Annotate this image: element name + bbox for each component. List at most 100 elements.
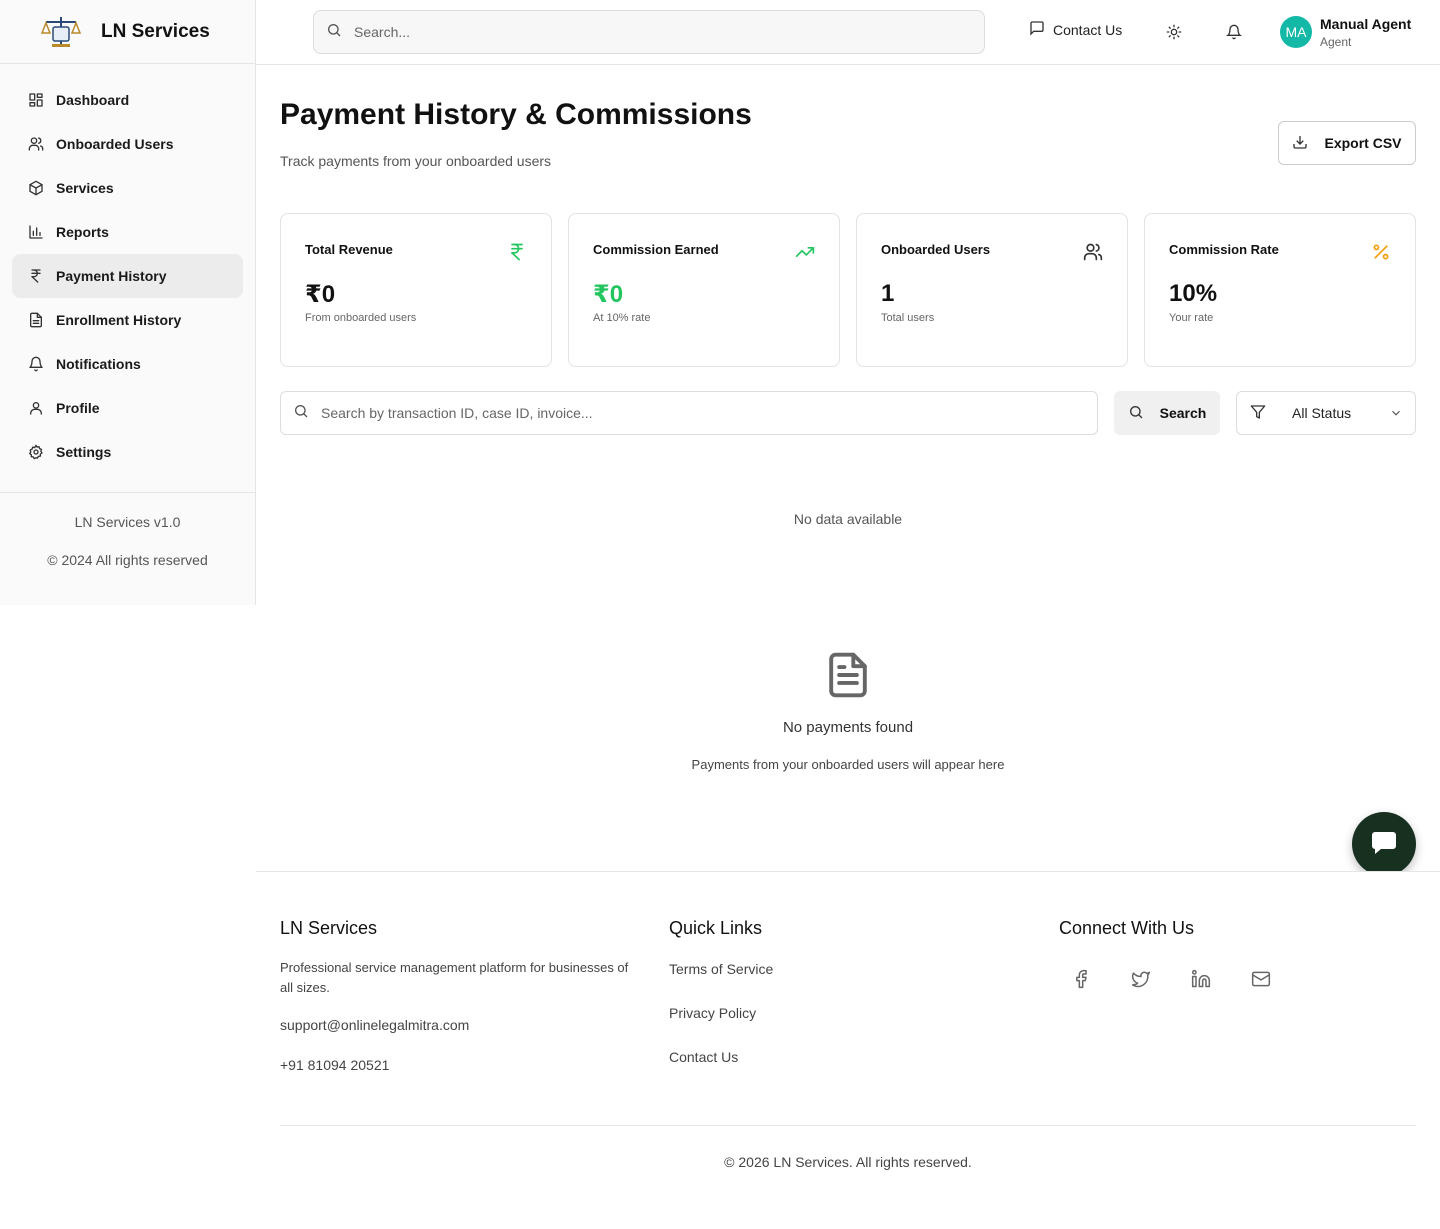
search-button[interactable]: Search [1114,391,1220,435]
footer-link-terms[interactable]: Terms of Service [669,961,773,977]
notifications-bell-icon[interactable] [1225,24,1243,40]
user-icon [28,400,44,416]
sidebar-item-services[interactable]: Services [12,166,243,210]
sidebar-item-dashboard[interactable]: Dashboard [12,78,243,122]
stat-label: Onboarded Users [881,242,991,257]
trending-up-icon [795,242,815,262]
users-icon [28,136,44,152]
bar-chart-icon [28,224,44,240]
status-filter-value: All Status [1292,405,1352,421]
export-csv-button[interactable]: Export CSV [1278,121,1416,165]
sidebar-item-settings[interactable]: Settings [12,430,243,474]
stat-card-commission-rate: Commission Rate 10% Your rate [1144,213,1416,367]
footer-link-contact[interactable]: Contact Us [669,1049,738,1065]
sidebar-item-label: Reports [56,224,109,240]
stat-label: Commission Earned [593,242,719,257]
sidebar-item-label: Services [56,180,114,196]
sidebar-item-notifications[interactable]: Notifications [12,342,243,386]
search-button-label: Search [1159,405,1207,421]
page-footer: LN Services Professional service managem… [256,871,1440,1229]
stat-value: 1 [881,280,895,307]
footer-quick-links-title: Quick Links [669,918,763,938]
filter-icon [1250,404,1266,423]
contact-us-label: Contact Us [1053,21,1123,38]
user-name[interactable]: Manual Agent [1320,16,1411,32]
bell-icon [28,356,44,372]
sidebar-item-label: Dashboard [56,92,130,108]
user-role: Agent [1320,35,1352,49]
stat-note: From onboarded users [305,312,417,324]
footer-divider [280,1125,1416,1126]
file-text-icon [826,652,870,698]
stat-label: Commission Rate [1169,242,1279,257]
footer-phone[interactable]: +91 81094 20521 [280,1057,389,1073]
export-csv-label: Export CSV [1324,135,1402,151]
contact-us-button[interactable]: Contact Us [1029,20,1122,39]
stat-note: Total users [881,312,935,324]
footer-email[interactable]: support@onlinelegalmitra.com [280,1017,469,1033]
sidebar-item-payment-history[interactable]: Payment History [12,254,243,298]
empty-state-subtitle: Payments from your onboarded users will … [691,757,1005,772]
sidebar: LN Services Dashboard Onboarded Users Se… [0,0,256,605]
global-search[interactable] [313,10,985,54]
users-icon [1083,242,1103,262]
page-subtitle: Track payments from your onboarded users [280,153,552,169]
sidebar-item-profile[interactable]: Profile [12,386,243,430]
sidebar-item-onboarded-users[interactable]: Onboarded Users [12,122,243,166]
sidebar-item-label: Profile [56,400,100,416]
stat-value: ₹0 [305,281,336,308]
chat-bubble-icon [1370,828,1398,861]
stat-note: At 10% rate [593,312,651,324]
sidebar-item-label: Onboarded Users [56,136,174,152]
payments-search[interactable] [280,391,1098,435]
twitter-icon[interactable] [1131,969,1151,989]
app-version: LN Services v1.0 [74,514,181,530]
empty-state-title: No payments found [782,719,914,736]
sidebar-item-label: Enrollment History [56,312,182,328]
theme-toggle-sun-icon[interactable] [1166,24,1182,40]
file-text-icon [28,312,44,328]
payments-search-input[interactable] [321,405,1045,421]
sidebar-item-label: Payment History [56,268,167,284]
global-search-input[interactable] [354,24,947,40]
linkedin-icon[interactable] [1191,969,1211,989]
stat-value: ₹0 [593,281,624,308]
download-icon [1292,134,1324,153]
mail-icon[interactable] [1251,969,1271,989]
avatar[interactable]: MA [1280,16,1312,48]
stat-card-commission-earned: Commission Earned ₹0 At 10% rate [568,213,840,367]
chevron-down-icon [1389,406,1403,423]
search-icon [1128,404,1160,423]
table-no-data: No data available [793,511,903,527]
percent-icon [1371,242,1391,262]
search-icon [293,403,309,424]
facebook-icon[interactable] [1071,969,1091,989]
sidebar-item-enrollment-history[interactable]: Enrollment History [12,298,243,342]
stat-card-total-revenue: Total Revenue ₹0 From onboarded users [280,213,552,367]
brand-name: LN Services [101,20,210,42]
stat-label: Total Revenue [305,242,393,257]
sidebar-copyright: © 2024 All rights reserved [47,552,208,568]
top-header: Contact Us MA Manual Agent Agent [256,0,1440,65]
page-title: Payment History & Commissions [280,98,752,131]
stat-value: 10% [1169,280,1218,307]
sidebar-item-label: Settings [56,444,112,460]
stat-card-onboarded-users: Onboarded Users 1 Total users [856,213,1128,367]
brand[interactable]: LN Services [0,0,255,64]
gear-icon [28,444,44,460]
package-icon [28,180,44,196]
footer-link-privacy[interactable]: Privacy Policy [669,1005,756,1021]
sidebar-item-label: Notifications [56,356,141,372]
search-icon [326,22,342,43]
rupee-icon [507,242,527,262]
footer-copyright: © 2026 LN Services. All rights reserved. [724,1154,972,1170]
footer-description: Professional service management platform… [280,960,629,995]
sidebar-item-reports[interactable]: Reports [12,210,243,254]
chat-button[interactable] [1352,812,1416,876]
scales-logo-icon [40,15,82,49]
dashboard-icon [28,92,44,108]
footer-connect-title: Connect With Us [1059,918,1195,938]
stat-note: Your rate [1169,312,1214,324]
status-filter-select[interactable]: All Status [1236,391,1416,435]
sidebar-footer: LN Services v1.0 © 2024 All rights reser… [0,492,255,568]
